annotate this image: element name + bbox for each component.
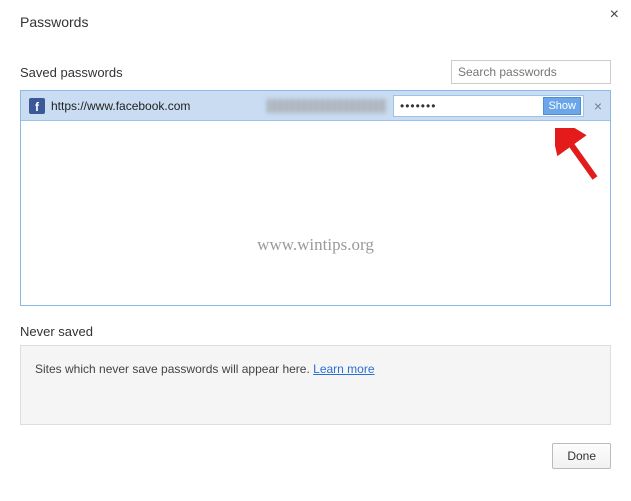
password-field[interactable]: ••••••• Show [393,95,584,117]
remove-row-icon[interactable]: × [590,98,606,114]
password-row[interactable]: f https://www.facebook.com ••••••• Show … [21,91,610,121]
username-obscured [267,99,387,113]
never-saved-label: Never saved [20,324,611,339]
watermark-text: www.wintips.org [257,235,374,255]
done-button[interactable]: Done [552,443,611,469]
site-url: https://www.facebook.com [51,99,261,113]
password-mask: ••••••• [400,99,539,113]
saved-passwords-list: f https://www.facebook.com ••••••• Show … [20,90,611,306]
close-icon[interactable]: × [610,6,619,24]
learn-more-link[interactable]: Learn more [313,362,374,376]
page-title: Passwords [20,14,611,30]
saved-passwords-label: Saved passwords [20,65,123,80]
never-saved-text: Sites which never save passwords will ap… [35,362,313,376]
facebook-icon: f [29,98,45,114]
show-button[interactable]: Show [543,97,581,115]
never-saved-box: Sites which never save passwords will ap… [20,345,611,425]
search-input[interactable] [451,60,611,84]
